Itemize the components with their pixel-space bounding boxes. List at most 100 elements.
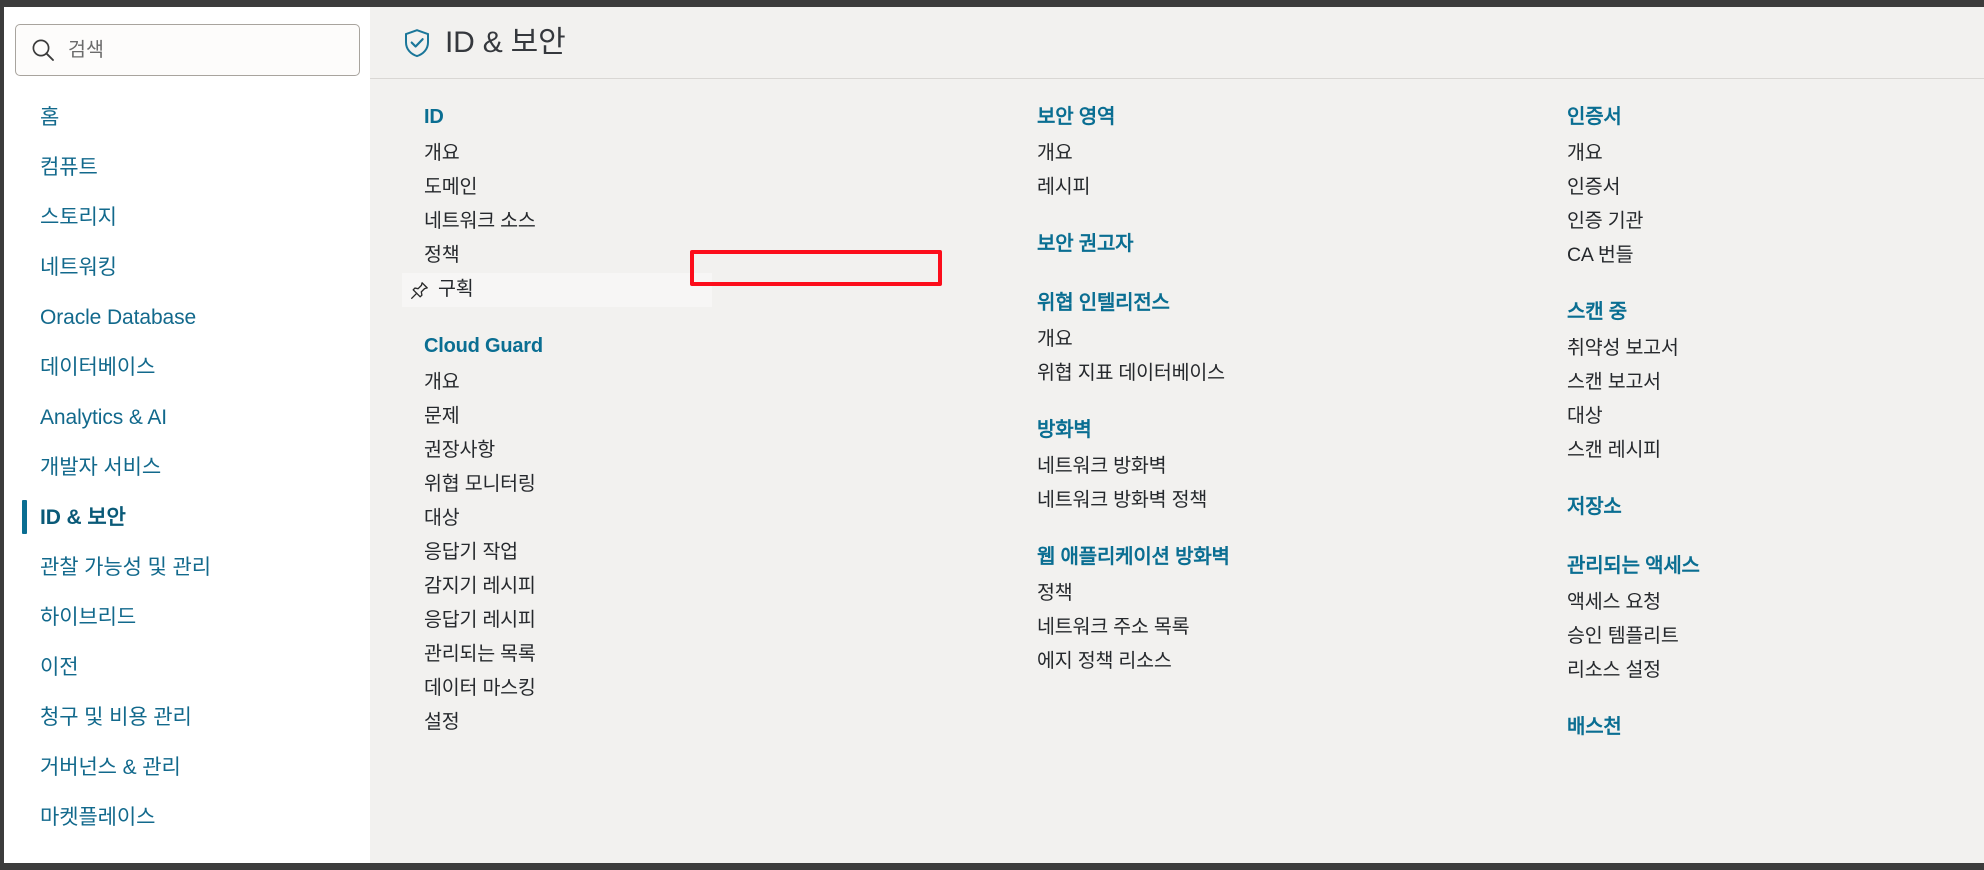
menu-link[interactable]: 권장사항 bbox=[402, 434, 995, 468]
sidebar-item-0[interactable]: 홈 bbox=[4, 92, 370, 142]
sidebar-item-8[interactable]: ID & 보안 bbox=[4, 492, 370, 542]
menu-link[interactable]: 개요 bbox=[402, 366, 995, 400]
menu-link[interactable]: 네트워크 방화벽 정책 bbox=[1015, 484, 1525, 518]
menu-group-title[interactable]: 스캔 중 bbox=[1545, 292, 1984, 332]
menu-link[interactable]: 응답기 레시피 bbox=[402, 604, 995, 638]
menu-column-1: ID 개요 도메인 네트워크 소스 정책 구획 Cloud Guard 개요 문제 권장사항 위협 … bbox=[370, 97, 995, 863]
sidebar-item-1[interactable]: 컴퓨트 bbox=[4, 142, 370, 192]
menu-group-title[interactable]: ID bbox=[402, 97, 995, 137]
menu-group: 배스천 bbox=[1545, 707, 1984, 747]
menu-link-label: 개요 bbox=[1037, 142, 1073, 165]
menu-link[interactable]: 액세스 요청 bbox=[1545, 586, 1984, 620]
menu-link[interactable]: CA 번들 bbox=[1545, 239, 1984, 273]
search-input[interactable] bbox=[68, 38, 345, 62]
sidebar-item-3[interactable]: 네트워킹 bbox=[4, 242, 370, 292]
menu-link-label: 네트워크 방화벽 정책 bbox=[1037, 489, 1208, 512]
sidebar-item-7[interactable]: 개발자 서비스 bbox=[4, 442, 370, 492]
menu-link[interactable]: 개요 bbox=[1015, 323, 1525, 357]
menu-link-label: 레시피 bbox=[1037, 176, 1091, 199]
sidebar-item-12[interactable]: 청구 및 비용 관리 bbox=[4, 692, 370, 742]
menu-link[interactable]: 감지기 레시피 bbox=[402, 570, 995, 604]
menu-group-title[interactable]: 보안 권고자 bbox=[1015, 224, 1525, 264]
menu-link-label: 설정 bbox=[424, 711, 460, 734]
menu-link[interactable]: 문제 bbox=[402, 400, 995, 434]
menu-group-title[interactable]: 보안 영역 bbox=[1015, 97, 1525, 137]
menu-group-title[interactable]: 저장소 bbox=[1545, 487, 1984, 527]
menu-link[interactable]: 네트워크 소스 bbox=[402, 205, 995, 239]
menu-link[interactable]: 취약성 보고서 bbox=[1545, 332, 1984, 366]
menu-link-label: 위협 지표 데이터베이스 bbox=[1037, 362, 1225, 385]
menu-group-title[interactable]: 위협 인텔리전스 bbox=[1015, 283, 1525, 323]
sidebar-item-5[interactable]: 데이터베이스 bbox=[4, 342, 370, 392]
menu-group-title[interactable]: 배스천 bbox=[1545, 707, 1984, 747]
menu-group-title[interactable]: Cloud Guard bbox=[402, 326, 995, 366]
menu-link-label: 도메인 bbox=[424, 176, 478, 199]
menu-link[interactable]: 대상 bbox=[1545, 400, 1984, 434]
menu-link[interactable]: 위협 지표 데이터베이스 bbox=[1015, 357, 1525, 391]
sidebar-item-label: 개발자 서비스 bbox=[40, 455, 162, 479]
menu-link-label: 에지 정책 리소스 bbox=[1037, 650, 1172, 673]
menu-link[interactable]: 리소스 설정 bbox=[1545, 654, 1984, 688]
sidebar-item-6[interactable]: Analytics & AI bbox=[4, 392, 370, 442]
menu-link[interactable]: 대상 bbox=[402, 502, 995, 536]
menu-link[interactable]: 구획 bbox=[402, 273, 712, 307]
menu-column-3: 인증서 개요 인증서 인증 기관 CA 번들 스캔 중 취약성 보고서 스캔 보고서 대상 스캔 … bbox=[1525, 97, 1984, 863]
menu-group-title[interactable]: 인증서 bbox=[1545, 97, 1984, 137]
menu-group-title[interactable]: 웹 애플리케이션 방화벽 bbox=[1015, 537, 1525, 577]
menu-link[interactable]: 관리되는 목록 bbox=[402, 638, 995, 672]
menu-link[interactable]: 네트워크 방화벽 bbox=[1015, 450, 1525, 484]
sidebar-item-label: 컴퓨트 bbox=[40, 155, 98, 179]
menu-link-list: 네트워크 방화벽네트워크 방화벽 정책 bbox=[1015, 450, 1525, 518]
sidebar-item-label: 마켓플레이스 bbox=[40, 805, 156, 829]
menu-link-label: 대상 bbox=[1567, 405, 1603, 428]
menu-link-label: 리소스 설정 bbox=[1567, 659, 1661, 682]
menu-link-label: 인증서 bbox=[1567, 176, 1621, 199]
menu-link[interactable]: 레시피 bbox=[1015, 171, 1525, 205]
menu-link[interactable]: 위협 모니터링 bbox=[402, 468, 995, 502]
menu-link-label: 관리되는 목록 bbox=[424, 643, 536, 666]
menu-link-label: 응답기 작업 bbox=[424, 541, 518, 564]
sidebar-item-9[interactable]: 관찰 가능성 및 관리 bbox=[4, 542, 370, 592]
menu-link[interactable]: 정책 bbox=[1015, 577, 1525, 611]
menu-group-title[interactable]: 방화벽 bbox=[1015, 410, 1525, 450]
menu-link-list: 개요도메인네트워크 소스정책구획 bbox=[402, 137, 995, 307]
search-box[interactable] bbox=[15, 24, 360, 76]
menu-link[interactable]: 개요 bbox=[1545, 137, 1984, 171]
menu-link[interactable]: 개요 bbox=[1015, 137, 1525, 171]
sidebar-item-13[interactable]: 거버넌스 & 관리 bbox=[4, 742, 370, 792]
menu-link-label: 개요 bbox=[1567, 142, 1603, 165]
pin-icon[interactable] bbox=[410, 281, 429, 300]
menu-link[interactable]: 에지 정책 리소스 bbox=[1015, 645, 1525, 679]
sidebar-item-label: 이전 bbox=[40, 655, 79, 679]
menu-link[interactable]: 도메인 bbox=[402, 171, 995, 205]
menu-link[interactable]: 승인 템플리트 bbox=[1545, 620, 1984, 654]
menu-group: 스캔 중 취약성 보고서 스캔 보고서대상스캔 레시피 bbox=[1545, 292, 1984, 468]
menu-link[interactable]: 스캔 레시피 bbox=[1545, 434, 1984, 468]
sidebar-item-4[interactable]: Oracle Database bbox=[4, 292, 370, 342]
menu-link-label: 정책 bbox=[424, 244, 460, 267]
sidebar-item-11[interactable]: 이전 bbox=[4, 642, 370, 692]
menu-link[interactable]: 개요 bbox=[402, 137, 995, 171]
menu-link-label: 구획 bbox=[438, 278, 474, 301]
sidebar: 홈컴퓨트스토리지네트워킹 Oracle Database 데이터베이스 Analyti… bbox=[4, 7, 370, 863]
shield-check-icon bbox=[402, 28, 432, 58]
menu-columns: ID 개요 도메인 네트워크 소스 정책 구획 Cloud Guard 개요 문제 권장사항 위협 … bbox=[370, 79, 1984, 863]
menu-link[interactable]: 네트워크 주소 목록 bbox=[1015, 611, 1525, 645]
sidebar-item-10[interactable]: 하이브리드 bbox=[4, 592, 370, 642]
menu-link[interactable]: 데이터 마스킹 bbox=[402, 672, 995, 706]
menu-link[interactable]: 인증서 bbox=[1545, 171, 1984, 205]
menu-link[interactable]: 인증 기관 bbox=[1545, 205, 1984, 239]
menu-link[interactable]: 응답기 작업 bbox=[402, 536, 995, 570]
menu-link[interactable]: 스캔 보고서 bbox=[1545, 366, 1984, 400]
menu-link-label: 위협 모니터링 bbox=[424, 473, 536, 496]
sidebar-item-label: 스토리지 bbox=[40, 205, 117, 229]
menu-group-title[interactable]: 관리되는 액세스 bbox=[1545, 546, 1984, 586]
sidebar-item-2[interactable]: 스토리지 bbox=[4, 192, 370, 242]
sidebar-item-14[interactable]: 마켓플레이스 bbox=[4, 792, 370, 842]
menu-link[interactable]: 정책 bbox=[402, 239, 995, 273]
menu-link-label: 개요 bbox=[424, 142, 460, 165]
menu-group: 저장소 bbox=[1545, 487, 1984, 527]
menu-link-label: 감지기 레시피 bbox=[424, 575, 536, 598]
menu-link-label: 정책 bbox=[1037, 582, 1073, 605]
menu-link[interactable]: 설정 bbox=[402, 706, 995, 740]
